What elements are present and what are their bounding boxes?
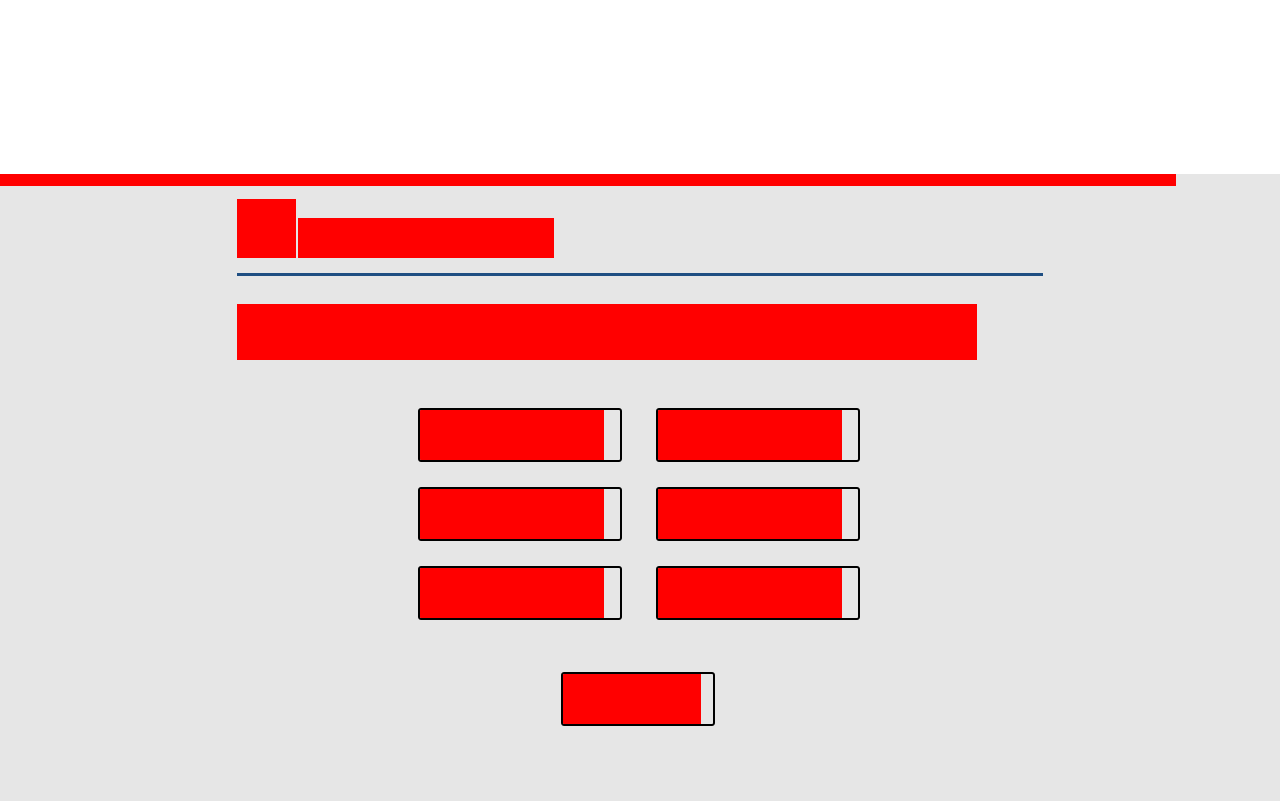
option-button-5-label — [420, 568, 604, 618]
submit-button-label — [563, 674, 701, 724]
header-divider — [237, 273, 1043, 276]
logo — [237, 199, 296, 258]
brand-title — [298, 218, 554, 258]
option-button-2[interactable] — [656, 408, 860, 462]
option-button-1[interactable] — [418, 408, 622, 462]
option-button-2-label — [658, 410, 842, 460]
option-button-6[interactable] — [656, 566, 860, 620]
option-button-4-label — [658, 489, 842, 539]
option-button-6-label — [658, 568, 842, 618]
option-button-4[interactable] — [656, 487, 860, 541]
option-button-1-label — [420, 410, 604, 460]
top-accent-stripe — [0, 174, 1176, 186]
page-banner — [237, 304, 977, 360]
option-button-3[interactable] — [418, 487, 622, 541]
option-button-3-label — [420, 489, 604, 539]
submit-button[interactable] — [561, 672, 715, 726]
top-blank-area — [0, 0, 1280, 174]
option-button-5[interactable] — [418, 566, 622, 620]
